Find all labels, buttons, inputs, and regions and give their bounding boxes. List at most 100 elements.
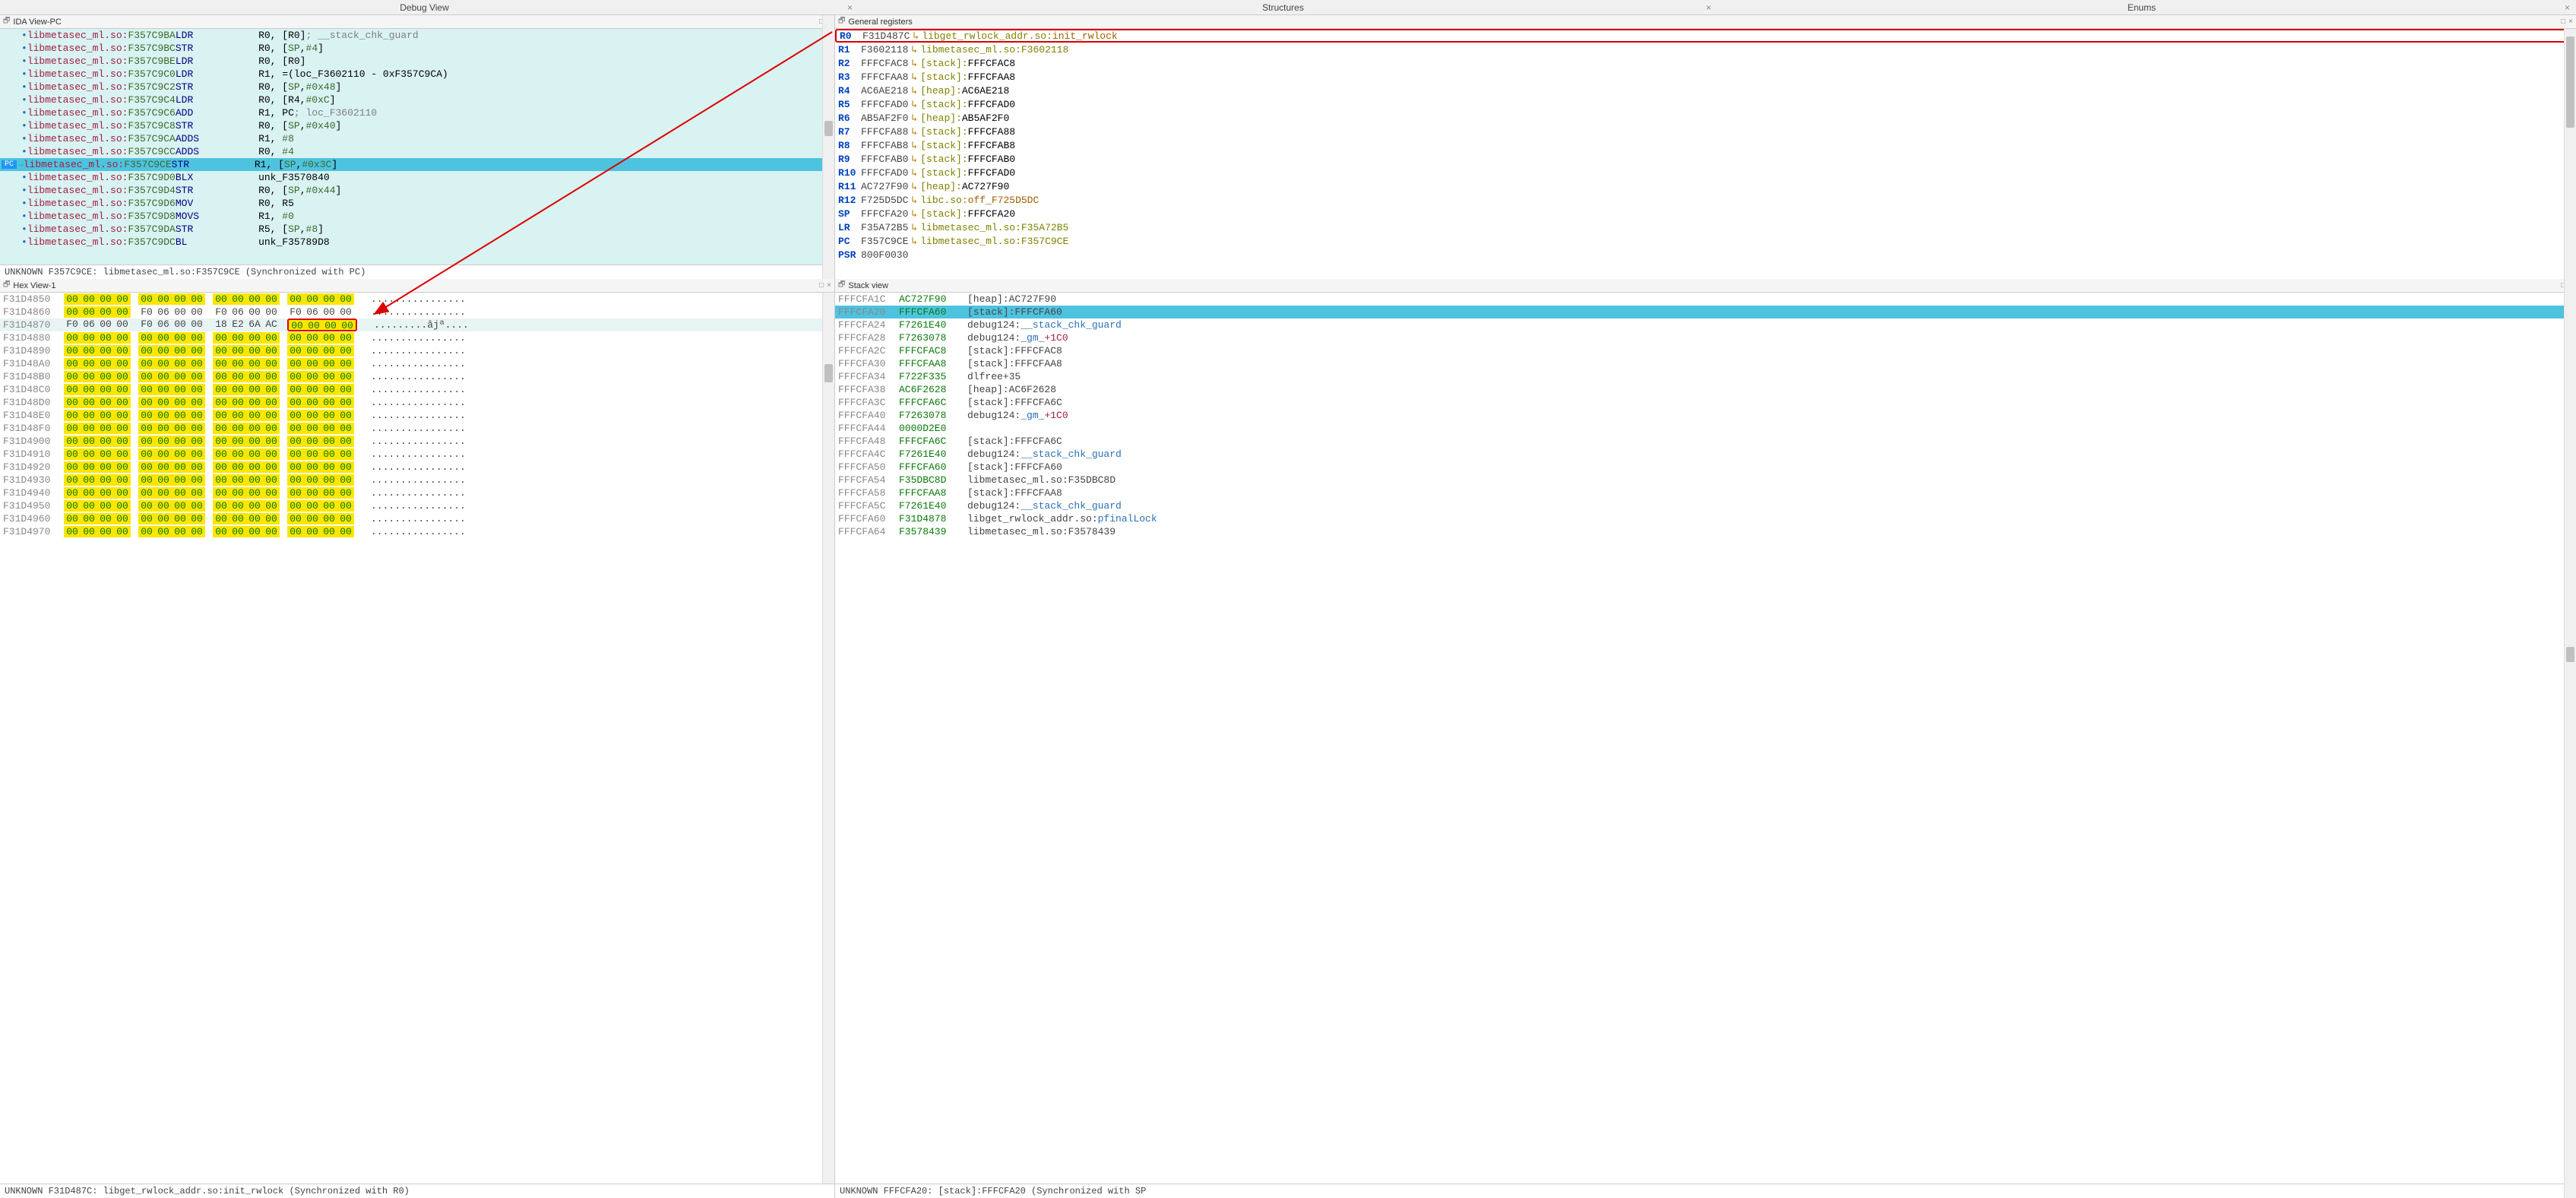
jump-icon[interactable]: ↳ bbox=[913, 30, 919, 42]
stack-row[interactable]: FFFCFA2CFFFCFAC8[stack]:FFFCFAC8 bbox=[835, 344, 2576, 357]
jump-icon[interactable]: ↳ bbox=[911, 44, 917, 55]
hex-byte[interactable]: 00 bbox=[172, 371, 188, 382]
hex-byte[interactable]: 00 bbox=[246, 513, 263, 525]
hex-byte[interactable]: 00 bbox=[155, 461, 172, 473]
hex-byte[interactable]: 00 bbox=[263, 487, 280, 499]
hex-byte[interactable]: 00 bbox=[229, 448, 246, 460]
hex-row[interactable]: F31D488000000000000000000000000000000000… bbox=[0, 331, 834, 344]
hex-byte[interactable]: 00 bbox=[155, 371, 172, 382]
hex-byte[interactable]: 00 bbox=[114, 526, 131, 537]
hex-byte[interactable]: 00 bbox=[114, 513, 131, 525]
hex-byte[interactable]: 06 bbox=[304, 306, 321, 318]
hex-byte[interactable]: 00 bbox=[337, 293, 354, 305]
hex-byte[interactable]: 00 bbox=[304, 371, 321, 382]
hex-byte[interactable]: 00 bbox=[81, 513, 97, 525]
hex-byte[interactable]: 00 bbox=[64, 500, 81, 512]
hex-byte[interactable]: 00 bbox=[287, 474, 304, 486]
hex-byte[interactable]: F0 bbox=[64, 319, 81, 331]
register-row[interactable]: R12 F725D5DC↳ libc.so:off_F725D5DC bbox=[835, 193, 2576, 207]
restore-icon[interactable]: 🗗 bbox=[838, 15, 845, 28]
hex-byte[interactable]: 00 bbox=[229, 293, 246, 305]
hex-byte[interactable]: 00 bbox=[188, 345, 205, 357]
disasm-line[interactable]: • libmetasec_ml.so:F357C9C0 LDR R1, =(lo… bbox=[0, 68, 834, 81]
hex-byte[interactable]: 00 bbox=[246, 371, 263, 382]
hex-byte[interactable]: 00 bbox=[287, 513, 304, 525]
hex-byte[interactable]: 00 bbox=[229, 461, 246, 473]
disasm-line[interactable]: • libmetasec_ml.so:F357C9C2 STR R0, [SP,… bbox=[0, 81, 834, 93]
hex-byte[interactable]: 00 bbox=[155, 293, 172, 305]
hex-byte[interactable]: 00 bbox=[213, 526, 229, 537]
hex-byte[interactable]: 00 bbox=[172, 436, 188, 447]
hex-byte[interactable]: 00 bbox=[114, 293, 131, 305]
hex-byte[interactable]: 00 bbox=[188, 384, 205, 395]
hex-byte[interactable]: 00 bbox=[305, 320, 322, 330]
hex-byte[interactable]: 00 bbox=[172, 513, 188, 525]
hex-byte[interactable]: 00 bbox=[81, 474, 97, 486]
hex-byte[interactable]: 00 bbox=[64, 397, 81, 408]
hex-byte[interactable]: 00 bbox=[97, 293, 114, 305]
hex-row[interactable]: F31D490000000000000000000000000000000000… bbox=[0, 435, 834, 448]
hex-byte[interactable]: 00 bbox=[114, 410, 131, 421]
register-row[interactable]: SP FFFCFA20↳ [stack]:FFFCFA20 bbox=[835, 207, 2576, 220]
hex-byte[interactable]: 00 bbox=[138, 461, 155, 473]
scrollbar[interactable] bbox=[2564, 293, 2576, 1184]
hex-byte[interactable]: 00 bbox=[97, 358, 114, 369]
hex-byte[interactable]: 00 bbox=[172, 332, 188, 344]
hex-byte[interactable]: 00 bbox=[172, 345, 188, 357]
hex-byte[interactable]: 00 bbox=[287, 461, 304, 473]
hex-byte[interactable]: 00 bbox=[64, 384, 81, 395]
hex-byte[interactable]: 00 bbox=[81, 487, 97, 499]
hex-byte[interactable]: 00 bbox=[246, 526, 263, 537]
hex-byte[interactable]: 00 bbox=[64, 423, 81, 434]
pane-header[interactable]: 🗗 General registers □ × bbox=[835, 15, 2576, 29]
hex-byte[interactable]: 00 bbox=[321, 384, 337, 395]
tab-close-icon[interactable]: × bbox=[2565, 2, 2570, 13]
register-row[interactable]: R11 AC727F90↳ [heap]:AC727F90 bbox=[835, 179, 2576, 193]
hex-byte[interactable]: 00 bbox=[97, 423, 114, 434]
hex-byte[interactable]: 00 bbox=[289, 320, 305, 330]
hex-byte[interactable]: 00 bbox=[97, 332, 114, 344]
hex-byte[interactable]: 00 bbox=[337, 384, 354, 395]
hex-row[interactable]: F31D48D000000000000000000000000000000000… bbox=[0, 396, 834, 409]
hex-byte[interactable]: 00 bbox=[81, 345, 97, 357]
hex-byte[interactable]: 00 bbox=[97, 384, 114, 395]
hex-byte[interactable]: 00 bbox=[172, 358, 188, 369]
hex-byte[interactable]: 00 bbox=[155, 358, 172, 369]
jump-icon[interactable]: ↳ bbox=[911, 85, 917, 97]
hex-byte[interactable]: 00 bbox=[188, 500, 205, 512]
hex-byte[interactable]: 00 bbox=[172, 461, 188, 473]
hex-byte[interactable]: 00 bbox=[287, 397, 304, 408]
hex-byte[interactable]: 00 bbox=[155, 345, 172, 357]
stack-body[interactable]: FFFCFA1CAC727F90[heap]:AC727F90FFFCFA20F… bbox=[835, 293, 2576, 1184]
hex-byte[interactable]: 00 bbox=[64, 436, 81, 447]
hex-byte[interactable]: 00 bbox=[172, 306, 188, 318]
hex-byte[interactable]: 00 bbox=[263, 293, 280, 305]
hex-byte[interactable]: 00 bbox=[263, 461, 280, 473]
hex-byte[interactable]: 00 bbox=[304, 423, 321, 434]
hex-byte[interactable]: 00 bbox=[304, 358, 321, 369]
hex-byte[interactable]: 06 bbox=[155, 306, 172, 318]
hex-byte[interactable]: 00 bbox=[337, 461, 354, 473]
hex-byte[interactable]: E2 bbox=[229, 319, 246, 331]
disasm-line[interactable]: PC→ libmetasec_ml.so:F357C9CE STR R1, [S… bbox=[0, 158, 834, 171]
hex-byte[interactable]: 00 bbox=[97, 319, 114, 331]
hex-byte[interactable]: 00 bbox=[229, 410, 246, 421]
hex-byte[interactable]: 00 bbox=[138, 358, 155, 369]
hex-byte[interactable]: 00 bbox=[138, 332, 155, 344]
hex-byte[interactable]: 00 bbox=[321, 306, 337, 318]
hex-byte[interactable]: 00 bbox=[287, 448, 304, 460]
top-tab-enums[interactable]: Enums × bbox=[1717, 0, 2576, 15]
hex-byte[interactable]: 00 bbox=[155, 487, 172, 499]
restore-icon[interactable]: 🗗 bbox=[3, 279, 10, 292]
registers-body[interactable]: R0 F31D487C↳ libget_rwlock_addr.so:init_… bbox=[835, 29, 2576, 279]
stack-row[interactable]: FFFCFA4CF7261E40debug124:__stack_chk_gua… bbox=[835, 448, 2576, 461]
hex-byte[interactable]: 00 bbox=[172, 410, 188, 421]
hex-byte[interactable]: 00 bbox=[229, 345, 246, 357]
hex-byte[interactable]: 00 bbox=[138, 513, 155, 525]
hex-byte[interactable]: 00 bbox=[263, 474, 280, 486]
hex-byte[interactable]: 00 bbox=[213, 293, 229, 305]
hex-byte[interactable]: 00 bbox=[229, 436, 246, 447]
stack-row[interactable]: FFFCFA28F7263078debug124:_gm_+1C0 bbox=[835, 331, 2576, 344]
hex-byte[interactable]: 00 bbox=[81, 461, 97, 473]
hex-byte[interactable]: 00 bbox=[172, 319, 188, 331]
